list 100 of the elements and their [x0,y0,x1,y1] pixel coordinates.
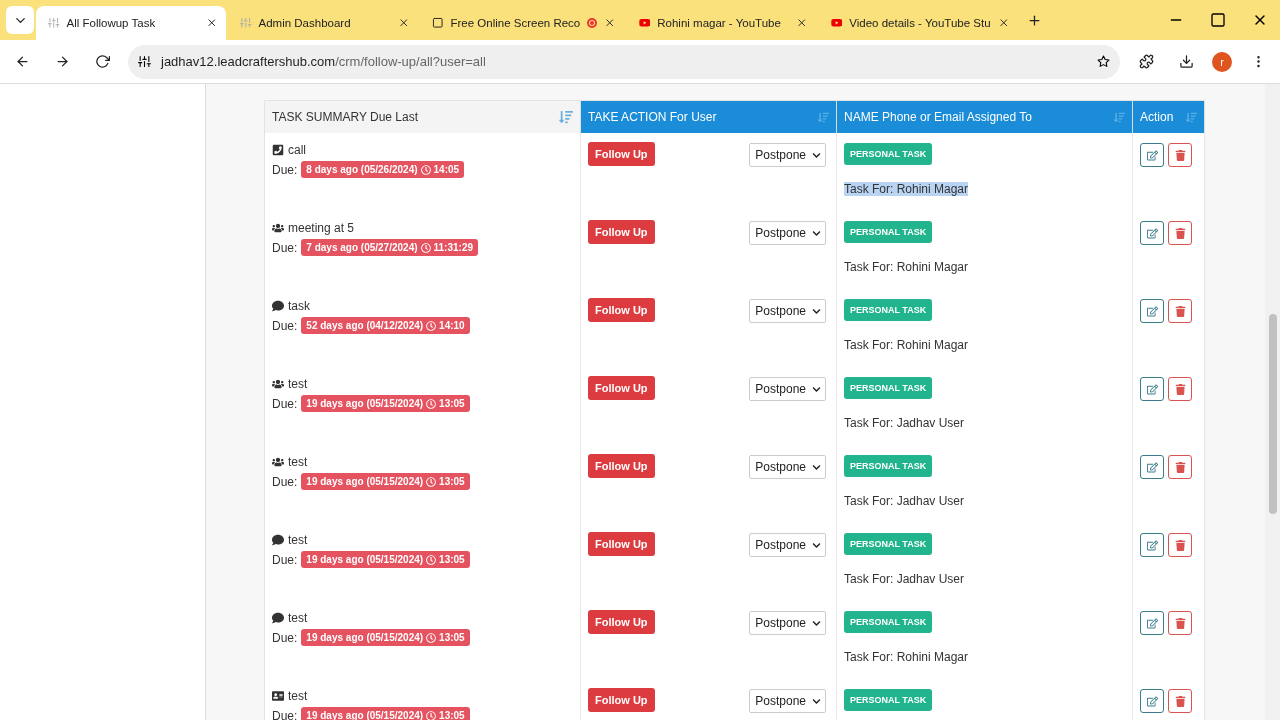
chevron-down-icon[interactable] [812,462,821,472]
back-arrow-icon[interactable] [14,54,30,69]
task-title: test [288,533,308,547]
trash-icon[interactable] [1174,617,1186,629]
edit-button[interactable] [1140,299,1164,323]
delete-button[interactable] [1168,377,1192,401]
users-icon [272,222,284,234]
delete-button[interactable] [1168,533,1192,557]
browser-tab[interactable]: Video details - YouTube Stu [818,6,1019,40]
edit-icon[interactable] [1146,383,1158,395]
delete-button[interactable] [1168,143,1192,167]
delete-button[interactable] [1168,299,1192,323]
edit-icon[interactable] [1146,149,1158,161]
comment-icon [272,300,284,312]
delete-button[interactable] [1168,611,1192,635]
close-icon[interactable] [604,17,616,29]
edit-icon[interactable] [1146,461,1158,473]
edit-button[interactable] [1140,221,1164,245]
postpone-select[interactable]: Postpone [749,299,826,323]
trash-icon[interactable] [1174,227,1186,239]
edit-icon[interactable] [1146,539,1158,551]
edit-icon[interactable] [1146,305,1158,317]
plus-icon[interactable] [1026,12,1042,28]
chevron-down-icon[interactable] [812,696,821,706]
reload-icon[interactable] [94,54,110,69]
trash-icon[interactable] [1174,305,1186,317]
maximize-icon[interactable] [1210,12,1226,28]
column-header[interactable]: TAKE ACTION For User [581,101,837,133]
postpone-select[interactable]: Postpone [749,455,826,479]
follow-up-button[interactable]: Follow Up [588,688,655,712]
due-label: Due: [272,162,298,177]
postpone-select[interactable]: Postpone [749,143,826,167]
edit-button[interactable] [1140,689,1164,713]
trash-icon[interactable] [1174,695,1186,707]
close-icon[interactable] [205,17,217,29]
due-label: Due: [272,552,298,567]
task-for-text: Task For: Jadhav User [844,416,965,430]
column-header[interactable]: Action [1133,101,1205,133]
edit-button[interactable] [1140,143,1164,167]
postpone-select[interactable]: Postpone [749,533,826,557]
site-favicon-icon [240,17,252,29]
clock-icon [426,554,437,565]
edit-button[interactable] [1140,377,1164,401]
due-badge: 19 days ago (05/15/2024) 13:05 [301,629,470,646]
trash-icon[interactable] [1174,149,1186,161]
scrollbar-thumb[interactable] [1268,314,1277,514]
clock-icon [426,632,437,643]
chevron-down-icon[interactable] [812,228,821,238]
trash-icon[interactable] [1174,539,1186,551]
follow-up-button[interactable]: Follow Up [588,298,655,322]
postpone-select[interactable]: Postpone [749,689,826,713]
download-icon[interactable] [1178,54,1194,69]
trash-icon[interactable] [1174,383,1186,395]
column-header[interactable]: NAME Phone or Email Assigned To [837,101,1133,133]
chevron-down-icon[interactable] [812,306,821,316]
task-title: meeting at 5 [288,221,355,235]
chevron-down-icon[interactable] [812,150,821,160]
task-title: test [288,377,308,391]
delete-button[interactable] [1168,221,1192,245]
edit-button[interactable] [1140,611,1164,635]
close-icon[interactable] [997,17,1010,29]
edit-icon[interactable] [1146,617,1158,629]
task-title: test [288,611,308,625]
follow-up-button[interactable]: Follow Up [588,454,655,478]
follow-up-button[interactable]: Follow Up [588,610,655,634]
trash-icon[interactable] [1174,461,1186,473]
chevron-down-icon[interactable] [812,618,821,628]
column-header[interactable]: TASK SUMMARY Due Last [265,101,581,133]
browser-tab[interactable]: Admin Dashboard [228,6,418,40]
browser-tab[interactable]: Free Online Screen Reco [420,6,625,40]
follow-up-button[interactable]: Follow Up [588,220,655,244]
edit-icon[interactable] [1146,227,1158,239]
edit-button[interactable] [1140,455,1164,479]
delete-button[interactable] [1168,455,1192,479]
puzzle-icon[interactable] [1138,54,1154,69]
edit-icon[interactable] [1146,695,1158,707]
follow-up-button[interactable]: Follow Up [588,376,655,400]
follow-up-button[interactable]: Follow Up [588,532,655,556]
site-info-icon[interactable] [138,55,151,68]
bookmark-star-icon[interactable] [1097,55,1110,68]
browser-tab[interactable]: Rohini magar - YouTube [626,6,817,40]
due-badge: 19 days ago (05/15/2024) 13:05 [301,395,470,412]
task-type-tag: PERSONAL TASK [844,689,933,711]
edit-button[interactable] [1140,533,1164,557]
follow-up-button[interactable]: Follow Up [588,142,655,166]
postpone-select[interactable]: Postpone [749,377,826,401]
postpone-select[interactable]: Postpone [749,611,826,635]
profile-avatar[interactable]: r [1212,51,1232,72]
delete-button[interactable] [1168,689,1192,713]
address-bar[interactable]: jadhav12.leadcraftershub.com/crm/follow-up/all?user=all [128,44,1120,79]
chevron-down-icon[interactable] [812,384,821,394]
clock-icon [420,242,431,253]
postpone-select[interactable]: Postpone [749,221,826,245]
close-icon[interactable] [796,17,808,29]
clock-icon [426,710,437,720]
forward-arrow-icon[interactable] [54,54,70,69]
due-label: Due: [272,630,298,645]
browser-tab[interactable]: All Followup Task [36,6,226,40]
chevron-down-icon[interactable] [812,540,821,550]
close-icon[interactable] [397,17,409,29]
